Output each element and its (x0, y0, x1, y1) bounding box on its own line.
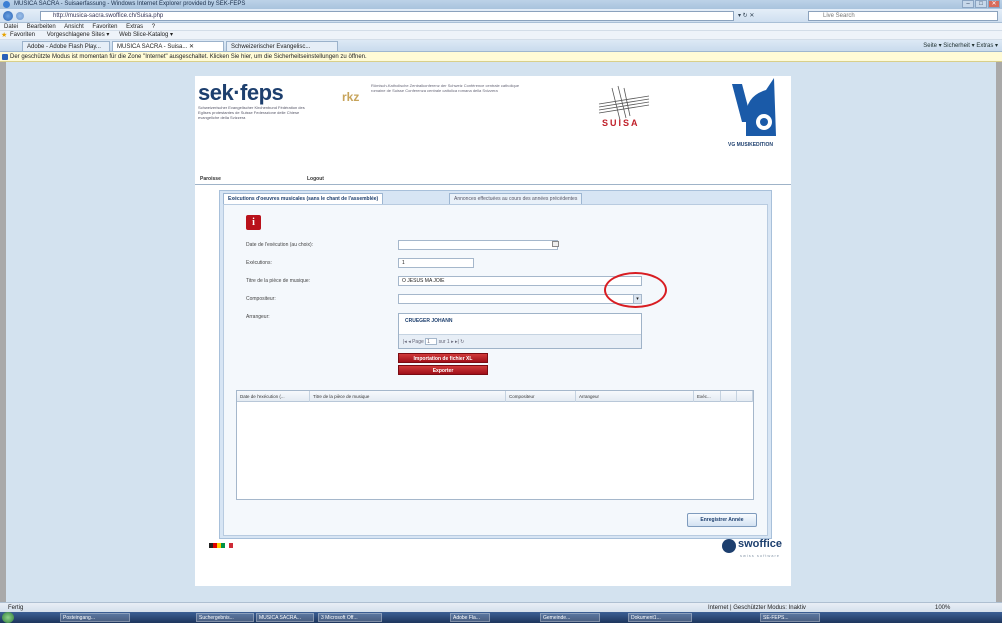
ie-logo-icon (3, 1, 10, 8)
sek-feps-subtitle: Schweizerischer Evangelischer Kirchenbun… (198, 105, 305, 120)
info-icon: i (246, 215, 261, 230)
pager-next-last[interactable]: sur 1 ▸ ▸| ↻ (439, 339, 465, 345)
tab-previous-years[interactable]: Annonces effectuées au cours des années … (449, 193, 583, 204)
col-extra (721, 391, 737, 402)
favorites-button[interactable]: Favoriten (10, 32, 35, 38)
window-titlebar: MUSICA SACRA - Suisaerfassung - Windows … (0, 0, 1002, 9)
maximize-button[interactable]: □ (975, 0, 987, 8)
col-executions[interactable]: Exéc... (694, 391, 721, 402)
menu-ansicht[interactable]: Ansicht (64, 24, 84, 30)
suisa-wordmark: SUISA (602, 118, 640, 128)
tab-adobe[interactable]: Adobe - Adobe Flash Play... (22, 41, 110, 51)
menu-favoriten[interactable]: Favoriten (92, 24, 117, 30)
address-bar: http://musica-sacra.swoffice.ch/Suisa.ph… (0, 9, 1002, 23)
menu-help[interactable]: ? (152, 24, 155, 30)
import-excel-button[interactable]: Importation de fichier XL (398, 353, 488, 363)
taskbar-item[interactable]: 3 Microsoft Off... (318, 613, 382, 622)
taskbar-item[interactable]: Dokument1... (628, 613, 692, 622)
start-button[interactable] (2, 612, 14, 623)
infobar-text: Der geschützte Modus ist momentan für di… (10, 54, 367, 60)
col-extra-2 (737, 391, 753, 402)
executions-input[interactable]: 1 (398, 258, 474, 268)
arranger-label: Arrangeur: (246, 314, 270, 320)
executions-label: Exécutions: (246, 260, 272, 266)
sek-feps-logo[interactable]: sek·feps (198, 80, 284, 106)
back-button[interactable] (3, 11, 13, 21)
left-edge (0, 62, 6, 602)
tab-bar: Adobe - Adobe Flash Play... MUSICA SACRA… (0, 40, 1002, 52)
grid-header: Date de l'exécution (... Titre de la piè… (237, 391, 753, 402)
close-window-button[interactable]: ✕ (988, 0, 1000, 8)
shield-icon (2, 54, 8, 60)
menu-bar: Datei Bearbeiten Ansicht Favoriten Extra… (0, 23, 1002, 31)
swoffice-subtitle: swiss software (740, 553, 781, 558)
calendar-icon[interactable] (552, 241, 559, 247)
col-composer[interactable]: Compositeur (506, 391, 576, 402)
windows-taskbar: Posteingang... Suchergebnis... MUSICA SA… (0, 612, 1002, 623)
save-year-button[interactable]: Enregistrer Année (687, 513, 757, 527)
taskbar-item[interactable]: Adobe Fla... (450, 613, 490, 622)
vg-logo-icon (732, 78, 776, 136)
window-title: MUSICA SACRA - Suisaerfassung - Windows … (14, 1, 246, 7)
panel-body: i Date de l'exécution (au choix): Exécut… (223, 204, 768, 536)
tab-musica-sacra[interactable]: MUSICA SACRA - Suisa... ✕ (112, 41, 224, 51)
window-controls: – □ ✕ (962, 0, 1000, 9)
web-slice-link[interactable]: Web Slice-Katalog ▾ (119, 32, 173, 38)
annotation-circle (604, 272, 667, 308)
date-label: Date de l'exécution (au choix): (246, 242, 314, 248)
taskbar-item[interactable]: Posteingang... (60, 613, 130, 622)
col-arranger[interactable]: Arrangeur (576, 391, 694, 402)
date-input[interactable] (398, 240, 558, 250)
language-flags[interactable] (209, 543, 233, 548)
taskbar-item[interactable]: Gemeinde... (540, 613, 600, 622)
minimize-button[interactable]: – (962, 0, 974, 8)
menu-datei[interactable]: Datei (4, 24, 18, 30)
vg-wordmark: VG MUSIKEDITION (728, 142, 774, 148)
protected-mode-infobar[interactable]: Der geschützte Modus ist momentan für di… (0, 52, 1002, 62)
composer-option[interactable]: CRUEGER JOHANN (405, 318, 453, 324)
forward-button[interactable] (16, 12, 24, 20)
executions-panel: Exécutions d'oeuvres musicales (sans le … (219, 190, 772, 539)
swoffice-wordmark[interactable]: swoffice (738, 538, 782, 550)
executions-grid: Date de l'exécution (... Titre de la piè… (236, 390, 754, 500)
url-input[interactable]: http://musica-sacra.swoffice.ch/Suisa.ph… (40, 11, 734, 21)
rkz-subtitle: Römisch-Katholische Zentralkonferenz der… (371, 83, 520, 93)
rkz-logo: rkz (342, 90, 360, 104)
right-edge (996, 62, 1002, 602)
composer-dropdown-list: CRUEGER JOHANN |◂ ◂ Page 1 sur 1 ▸ ▸| ↻ (398, 313, 642, 349)
tab-evangelisch[interactable]: Schweizerischer Evangelisc... (226, 41, 338, 51)
taskbar-item[interactable]: MUSICA SACRA... (256, 613, 314, 622)
favorites-star-icon: ★ (1, 32, 8, 39)
composer-label: Compositeur: (246, 296, 276, 302)
favorites-bar: ★ Favoriten Vorgeschlagene Sites ▾ Web S… (0, 31, 1002, 40)
col-title[interactable]: Titre de la pièce de musique (310, 391, 506, 402)
status-bar: Fertig Internet | Geschützter Modus: Ina… (0, 602, 1002, 612)
nav-divider (195, 184, 791, 185)
title-label: Titre de la pièce de musique: (246, 278, 311, 284)
taskbar-item[interactable]: SE-FEPS... (760, 613, 820, 622)
menu-bearbeiten[interactable]: Bearbeiten (27, 24, 56, 30)
nav-paroisse[interactable]: Paroisse (200, 176, 221, 182)
nav-logout[interactable]: Logout (307, 176, 324, 182)
tab-executions[interactable]: Exécutions d'oeuvres musicales (sans le … (223, 193, 384, 204)
search-input[interactable]: Live Search (808, 11, 998, 21)
menu-extras[interactable]: Extras (126, 24, 143, 30)
page-input[interactable]: 1 (425, 338, 438, 346)
export-button[interactable]: Exporter (398, 365, 488, 375)
address-controls[interactable]: ▾ ↻ ✕ (738, 11, 754, 21)
taskbar-item[interactable]: Suchergebnis... (196, 613, 254, 622)
web-page: sek·feps Schweizerischer Evangelischer K… (195, 76, 791, 586)
suggested-sites-link[interactable]: Vorgeschlagene Sites ▾ (47, 32, 110, 38)
col-date[interactable]: Date de l'exécution (... (237, 391, 310, 402)
command-bar[interactable]: Seite ▾ Sicherheit ▾ Extras ▾ (923, 41, 998, 51)
dropdown-pager: |◂ ◂ Page 1 sur 1 ▸ ▸| ↻ (399, 334, 641, 348)
swoffice-logo-icon (722, 539, 736, 553)
pager-first-prev[interactable]: |◂ ◂ Page (403, 339, 424, 345)
